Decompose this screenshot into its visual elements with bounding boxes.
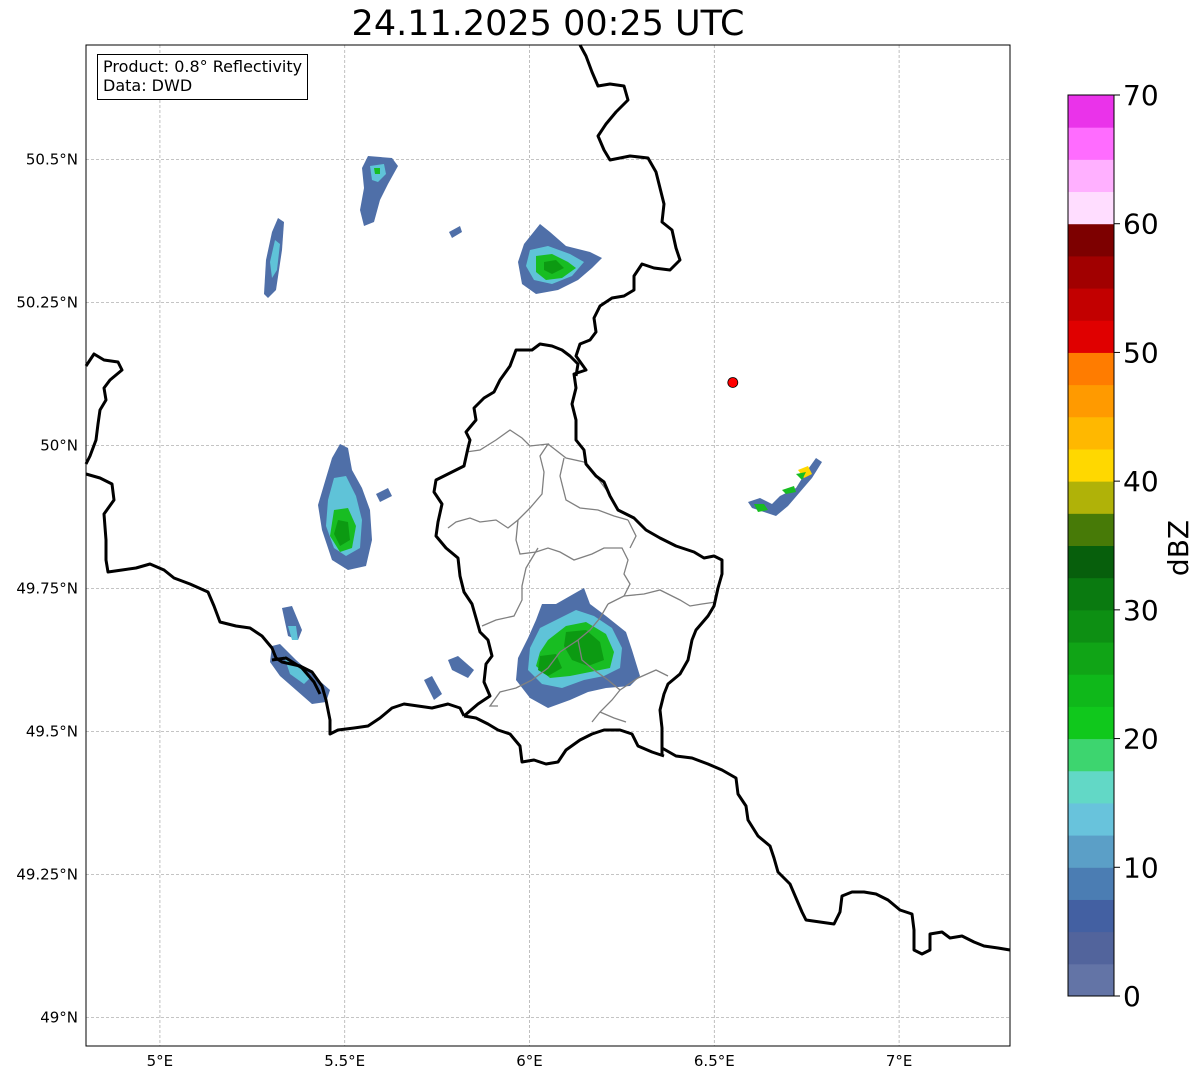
colorbar-tick-label: 10 bbox=[1123, 851, 1159, 884]
colorbar-segment bbox=[1068, 320, 1114, 353]
colorbar-tick-label: 70 bbox=[1123, 79, 1159, 112]
colorbar-segment bbox=[1068, 352, 1114, 386]
colorbar-segment bbox=[1068, 288, 1114, 321]
lat-tick-label: 50°N bbox=[40, 436, 78, 454]
lon-tick-label: 7°E bbox=[886, 1052, 913, 1070]
colorbar-segment bbox=[1068, 481, 1114, 514]
product-label: Product: 0.8° Reflectivity bbox=[103, 57, 303, 76]
lat-tick-label: 49.25°N bbox=[16, 865, 78, 883]
radar-map: 5°E 5.5°E 6°E 6.5°E 7°E 50.5°N 50.25°N 50°N 49.7… bbox=[16, 44, 1195, 1070]
colorbar-segment bbox=[1068, 513, 1114, 546]
colorbar-segment bbox=[1068, 674, 1114, 707]
colorbar-tick-label: 60 bbox=[1123, 208, 1159, 241]
lat-tick-label: 50.5°N bbox=[26, 150, 78, 168]
colorbar-segment bbox=[1068, 738, 1114, 772]
product-info-box: Product: 0.8° Reflectivity Data: DWD bbox=[97, 54, 309, 100]
colorbar-tick-label: 0 bbox=[1123, 980, 1141, 1013]
colorbar-tick-label: 40 bbox=[1123, 465, 1159, 498]
colorbar-segment bbox=[1068, 609, 1114, 643]
lat-tick-label: 49.5°N bbox=[26, 722, 78, 740]
colorbar-segment bbox=[1068, 159, 1114, 193]
lon-tick-label: 6.5°E bbox=[694, 1052, 735, 1070]
lon-tick-label: 5.5°E bbox=[324, 1052, 365, 1070]
colorbar-segment bbox=[1068, 899, 1114, 933]
lon-tick-label: 6°E bbox=[516, 1052, 543, 1070]
colorbar-segment bbox=[1068, 577, 1114, 611]
colorbar: 0 10 20 30 40 50 60 70 bbox=[1067, 79, 1159, 1013]
map-plot-area bbox=[86, 45, 1010, 1046]
colorbar-segment bbox=[1068, 867, 1114, 900]
colorbar-segment bbox=[1068, 963, 1114, 997]
colorbar-segment bbox=[1068, 448, 1114, 482]
lat-tick-label: 49.75°N bbox=[16, 579, 78, 597]
colorbar-tick-label: 50 bbox=[1123, 336, 1159, 369]
colorbar-segment bbox=[1068, 191, 1114, 225]
lat-tick-label: 50.25°N bbox=[16, 293, 78, 311]
colorbar-segment bbox=[1068, 642, 1114, 675]
colorbar-segment bbox=[1068, 545, 1114, 579]
colorbar-segment bbox=[1068, 223, 1114, 257]
colorbar-tick-label: 30 bbox=[1123, 594, 1159, 627]
colorbar-label: dBZ bbox=[1162, 520, 1195, 576]
colorbar-segment bbox=[1068, 416, 1114, 450]
colorbar-segment bbox=[1068, 931, 1114, 965]
colorbar-segment bbox=[1068, 706, 1114, 740]
colorbar-segment bbox=[1068, 384, 1114, 418]
radar-site-marker bbox=[727, 377, 739, 388]
colorbar-segment bbox=[1068, 802, 1114, 836]
data-source-label: Data: DWD bbox=[103, 76, 193, 95]
lat-tick-label: 49°N bbox=[40, 1008, 78, 1026]
colorbar-segment bbox=[1068, 770, 1114, 804]
colorbar-segment bbox=[1068, 255, 1114, 289]
colorbar-segment bbox=[1068, 95, 1114, 128]
colorbar-tick-label: 20 bbox=[1123, 723, 1159, 756]
colorbar-segment bbox=[1068, 835, 1114, 868]
colorbar-segment bbox=[1068, 127, 1114, 160]
lon-tick-label: 5°E bbox=[147, 1052, 174, 1070]
